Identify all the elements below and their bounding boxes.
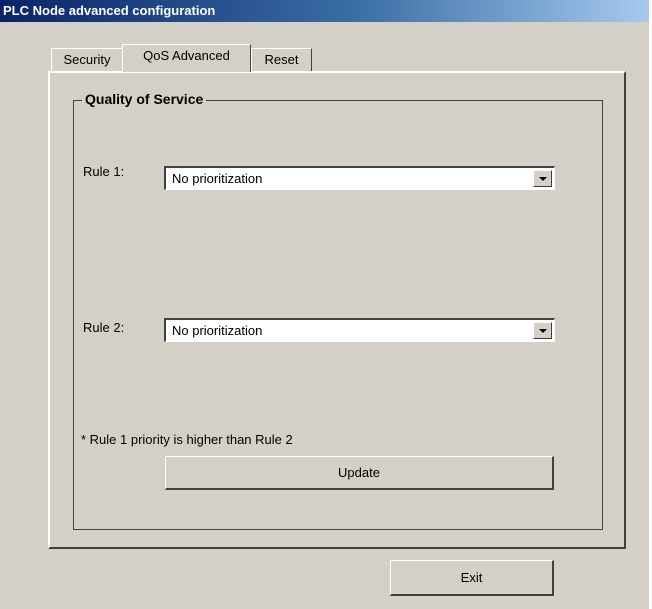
- rule1-label: Rule 1:: [83, 164, 125, 179]
- title-bar: PLC Node advanced configuration: [0, 0, 649, 22]
- rule2-dropdown-arrow-icon[interactable]: [533, 322, 552, 339]
- rule1-dropdown-arrow-icon[interactable]: [533, 170, 552, 187]
- tab-qos-advanced-label: QoS Advanced: [143, 48, 230, 63]
- rule2-label: Rule 2:: [83, 320, 125, 335]
- exit-button-label: Exit: [460, 570, 483, 585]
- rule2-selected-value: No prioritization: [172, 323, 263, 338]
- rule1-selected-value: No prioritization: [172, 171, 263, 186]
- tab-security[interactable]: Security: [51, 48, 123, 72]
- rule1-select[interactable]: No prioritization: [164, 166, 555, 190]
- window-title: PLC Node advanced configuration: [3, 3, 216, 18]
- tab-reset-label: Reset: [264, 52, 299, 67]
- priority-note: * Rule 1 priority is higher than Rule 2: [81, 432, 293, 447]
- update-button-label: Update: [338, 465, 380, 480]
- dialog-window: PLC Node advanced configuration Security…: [0, 0, 652, 609]
- tab-reset[interactable]: Reset: [251, 48, 312, 72]
- tab-qos-advanced[interactable]: QoS Advanced: [122, 44, 251, 72]
- group-title: Quality of Service: [82, 91, 207, 107]
- update-button[interactable]: Update: [165, 456, 554, 490]
- rule2-select[interactable]: No prioritization: [164, 318, 555, 342]
- exit-button[interactable]: Exit: [390, 560, 554, 596]
- tab-security-label: Security: [63, 52, 111, 67]
